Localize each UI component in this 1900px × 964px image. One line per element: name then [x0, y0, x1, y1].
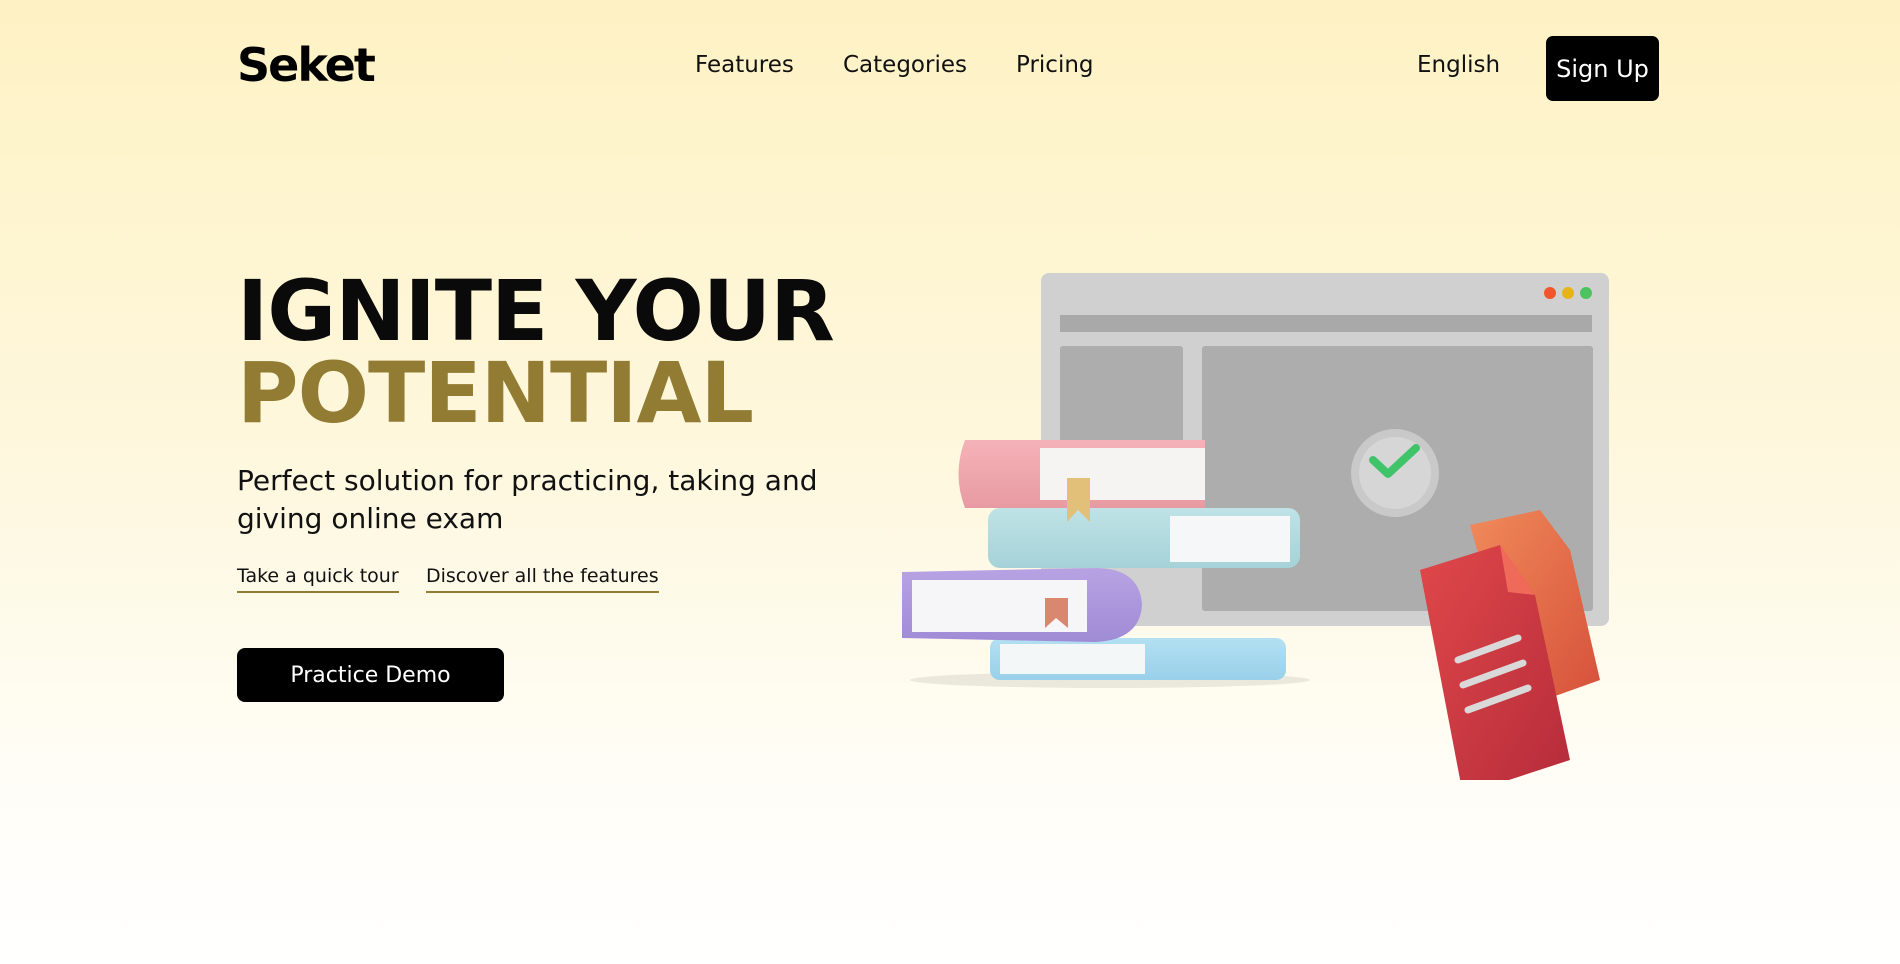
discover-features-link[interactable]: Discover all the features [426, 565, 659, 593]
hero-title-line1: IGNITE YOUR [237, 262, 835, 360]
nav-link-categories[interactable]: Categories [843, 52, 967, 78]
window-maximize-dot-icon [1580, 287, 1592, 299]
language-selector[interactable]: English [1417, 52, 1500, 78]
top-navigation: Seket Features Categories Pricing Englis… [0, 0, 1900, 140]
quick-tour-link[interactable]: Take a quick tour [237, 565, 399, 593]
hero-title-line2: POTENTIAL [237, 344, 754, 442]
brand-logo[interactable]: Seket [237, 38, 376, 92]
practice-demo-button[interactable]: Practice Demo [237, 648, 504, 702]
hero-illustration [902, 273, 1609, 780]
sign-up-button[interactable]: Sign Up [1546, 36, 1659, 101]
hero-subtitle: Perfect solution for practicing, taking … [237, 464, 818, 535]
window-close-dot-icon [1544, 287, 1556, 299]
window-minimize-dot-icon [1562, 287, 1574, 299]
nav-link-pricing[interactable]: Pricing [1016, 52, 1094, 78]
hero-title: IGNITE YOUR POTENTIAL [237, 262, 835, 442]
nav-link-features[interactable]: Features [695, 52, 794, 78]
